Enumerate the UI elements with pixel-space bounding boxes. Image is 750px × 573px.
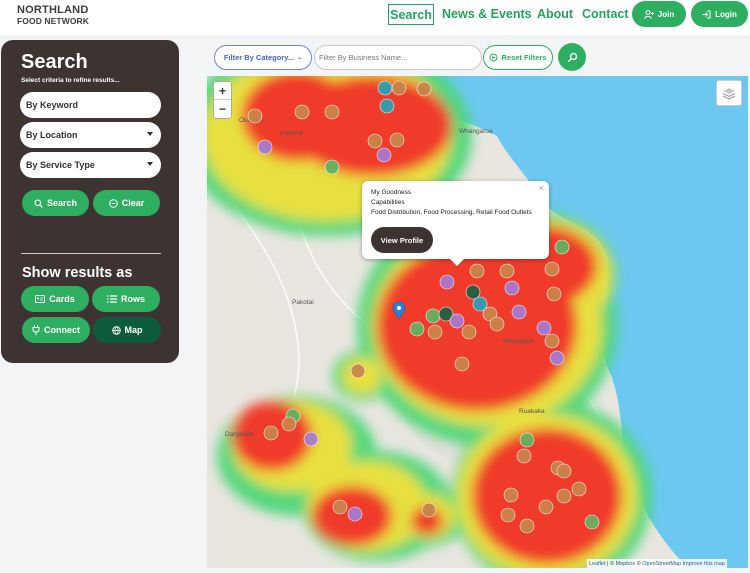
category-filter-dropdown[interactable]: Filter By Category... ⌄ bbox=[214, 45, 312, 70]
clear-button[interactable]: Clear bbox=[93, 190, 160, 216]
view-cards-button[interactable]: Cards bbox=[21, 286, 89, 312]
sidebar-title: Search bbox=[21, 51, 88, 73]
nav-news-events-link[interactable]: News & Events bbox=[442, 7, 532, 21]
filter-search-button[interactable] bbox=[558, 43, 586, 71]
nav-search-link[interactable]: Search bbox=[388, 4, 434, 25]
map-canvas[interactable]: Whangaroa Okaihau Kaikohe Pakotai Whanga… bbox=[207, 76, 748, 568]
popup-business-name: My Goodness bbox=[371, 189, 412, 196]
logo-line-1: NORTHLAND bbox=[17, 4, 89, 16]
leaflet-link[interactable]: Leaflet bbox=[589, 561, 606, 567]
improve-map-link[interactable]: Improve this map bbox=[683, 561, 725, 567]
chevron-down-icon bbox=[147, 132, 153, 136]
nav-about-link[interactable]: About bbox=[537, 7, 573, 21]
login-icon bbox=[702, 10, 711, 18]
view-profile-button[interactable]: View Profile bbox=[371, 227, 433, 253]
label-pakotai: Pakotai bbox=[292, 299, 314, 306]
zoom-in-button[interactable]: + bbox=[214, 82, 231, 100]
zoom-control: + − bbox=[213, 81, 232, 119]
popup-capabilities-title: Capabilities bbox=[371, 199, 405, 206]
business-popup: My Goodness Capabilities Food Distributi… bbox=[362, 181, 549, 266]
login-button[interactable]: Login bbox=[691, 1, 748, 27]
label-ruakaka: Ruakaka bbox=[519, 408, 545, 415]
label-whangaroa: Whangaroa bbox=[459, 128, 493, 135]
view-cards-label: Cards bbox=[49, 294, 75, 304]
logo-line-2: FOOD NETWORK bbox=[17, 16, 90, 26]
sidebar-subtitle: Select criteria to refine results... bbox=[21, 77, 120, 84]
chevron-down-icon bbox=[147, 162, 153, 166]
view-map-button[interactable]: Map bbox=[93, 317, 161, 343]
label-dargaville: Dargaville bbox=[225, 431, 254, 438]
nav-contact-link[interactable]: Contact bbox=[582, 7, 629, 21]
keyword-input[interactable]: By Keyword bbox=[20, 92, 161, 118]
osm-link[interactable]: OpenStreetMap bbox=[642, 561, 681, 567]
view-rows-button[interactable]: Rows bbox=[92, 286, 160, 312]
search-button-label: Search bbox=[46, 198, 78, 208]
add-user-icon bbox=[644, 9, 654, 19]
login-label: Login bbox=[715, 9, 737, 19]
id-card-icon bbox=[35, 295, 46, 303]
search-icon bbox=[34, 198, 43, 208]
reset-filters-button[interactable]: Reset Filters bbox=[483, 45, 553, 70]
service-type-select[interactable]: By Service Type bbox=[20, 152, 161, 178]
zoom-out-button[interactable]: − bbox=[214, 100, 231, 118]
label-kaikohe: Kaikohe bbox=[280, 130, 304, 137]
label-whangarei: Whangarei bbox=[503, 338, 534, 345]
chevron-down-icon: ⌄ bbox=[297, 55, 303, 61]
clear-button-label: Clear bbox=[121, 198, 145, 208]
top-navigation-bar: NORTHLAND FOOD NETWORK Search News & Eve… bbox=[0, 0, 750, 35]
search-sidebar: Search Select criteria to refine results… bbox=[1, 40, 179, 363]
plug-icon bbox=[32, 325, 40, 335]
show-results-title: Show results as bbox=[22, 265, 133, 281]
reset-filters-label: Reset Filters bbox=[501, 53, 547, 62]
site-logo[interactable]: NORTHLAND FOOD NETWORK bbox=[17, 5, 89, 26]
search-icon bbox=[567, 52, 577, 62]
list-icon bbox=[106, 295, 117, 303]
popup-capabilities: Food Distribution, Food Processing, Reta… bbox=[371, 209, 532, 216]
mapbox-link[interactable]: Mapbox bbox=[616, 561, 636, 567]
view-connect-label: Connect bbox=[44, 325, 80, 335]
category-filter-label: Filter By Category... bbox=[223, 53, 295, 62]
close-icon[interactable]: × bbox=[539, 183, 544, 193]
view-connect-button[interactable]: Connect bbox=[22, 317, 90, 343]
heatmap-map[interactable]: Whangaroa Okaihau Kaikohe Pakotai Whanga… bbox=[207, 76, 748, 568]
globe-icon bbox=[111, 325, 121, 335]
business-name-filter-input[interactable]: Filter By Business Name... bbox=[314, 45, 482, 70]
join-label: Join bbox=[657, 9, 675, 19]
service-type-select-label: By Service Type bbox=[26, 160, 95, 170]
search-button[interactable]: Search bbox=[22, 190, 89, 216]
view-map-label: Map bbox=[124, 325, 143, 335]
location-select-label: By Location bbox=[26, 130, 78, 140]
sidebar-divider bbox=[21, 253, 161, 254]
view-rows-label: Rows bbox=[120, 294, 145, 304]
minus-circle-icon bbox=[108, 198, 118, 208]
keyword-input-label: By Keyword bbox=[26, 100, 79, 110]
location-select[interactable]: By Location bbox=[20, 122, 161, 148]
layers-button[interactable] bbox=[716, 80, 742, 106]
business-name-placeholder: Filter By Business Name... bbox=[319, 53, 408, 62]
join-button[interactable]: Join bbox=[632, 1, 686, 27]
refresh-icon bbox=[489, 53, 498, 62]
map-attribution: Leaflet | © Mapbox © OpenStreetMap Impro… bbox=[587, 559, 727, 568]
layers-icon bbox=[722, 88, 736, 100]
